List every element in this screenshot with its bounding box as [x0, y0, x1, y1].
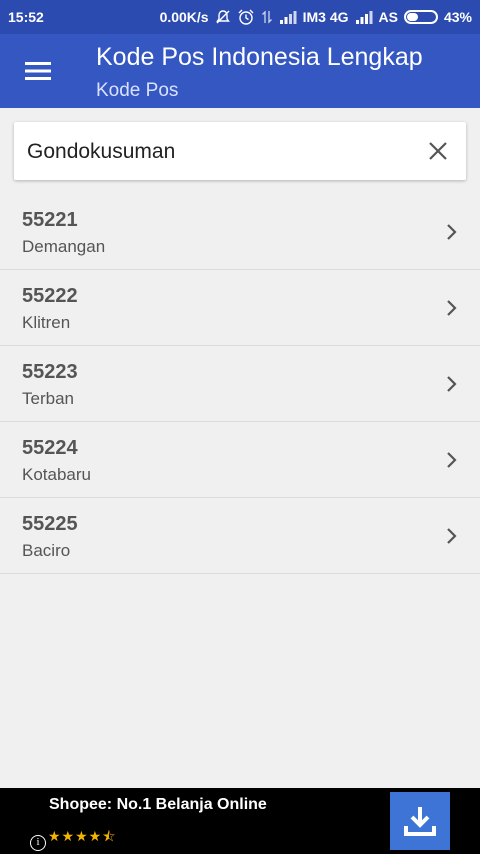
postal-code: 55223: [22, 361, 78, 383]
alarm-icon: [237, 9, 255, 25]
signal-icon: [355, 10, 373, 24]
postal-code: 55224: [22, 437, 78, 459]
postal-code-list: 55221 Demangan 55222 Klitren 55223 Terba…: [0, 194, 480, 574]
data-transfer-icon: [261, 9, 273, 25]
chevron-right-icon: [446, 373, 460, 395]
area-name: Baciro: [22, 541, 71, 560]
chevron-right-icon: [446, 525, 460, 547]
area-name: Klitren: [22, 313, 71, 332]
postal-code: 55221: [22, 209, 78, 231]
battery-percent: 43%: [443, 9, 472, 25]
chevron-right-icon: [446, 221, 460, 243]
postal-code: 55222: [22, 285, 78, 307]
close-icon[interactable]: [424, 137, 452, 165]
list-item[interactable]: 55224 Kotabaru: [0, 422, 480, 498]
carrier-2: AS: [378, 9, 398, 25]
area-name: Kotabaru: [22, 465, 91, 484]
list-item[interactable]: 55223 Terban: [0, 346, 480, 422]
area-name: Terban: [22, 389, 74, 408]
chevron-right-icon: [446, 297, 460, 319]
download-icon: [404, 807, 436, 836]
area-name: Demangan: [22, 237, 106, 256]
search-input[interactable]: Gondokusuman: [27, 140, 175, 164]
ad-title[interactable]: Shopee: No.1 Belanja Online: [49, 796, 267, 814]
list-item[interactable]: 55225 Baciro: [0, 498, 480, 574]
search-box[interactable]: Gondokusuman: [14, 122, 466, 180]
info-icon[interactable]: i: [30, 835, 46, 851]
ad-banner[interactable]: Shopee: No.1 Belanja Online i ★★★★⯪: [0, 788, 480, 854]
rating-stars: ★★★★⯪: [48, 828, 117, 844]
signal-icon: [279, 10, 297, 24]
status-bar: 15:52 0.00K/s IM3 4G AS 43%: [0, 0, 480, 34]
battery-icon: [403, 10, 438, 24]
list-item[interactable]: 55221 Demangan: [0, 194, 480, 270]
app-subtitle: Kode Pos: [96, 80, 179, 101]
download-button[interactable]: [390, 792, 450, 850]
status-indicators: 0.00K/s IM3 4G AS 43%: [160, 9, 472, 25]
app-title: Kode Pos Indonesia Lengkap: [96, 43, 423, 71]
mute-notification-icon: [215, 9, 231, 25]
app-bar: Kode Pos Indonesia Lengkap Kode Pos: [0, 34, 480, 108]
list-item[interactable]: 55222 Klitren: [0, 270, 480, 346]
carrier-1: IM3 4G: [302, 9, 349, 25]
postal-code: 55225: [22, 513, 78, 535]
network-speed: 0.00K/s: [159, 9, 209, 25]
hamburger-menu-icon[interactable]: [18, 56, 58, 86]
status-time: 15:52: [8, 9, 44, 25]
chevron-right-icon: [446, 449, 460, 471]
